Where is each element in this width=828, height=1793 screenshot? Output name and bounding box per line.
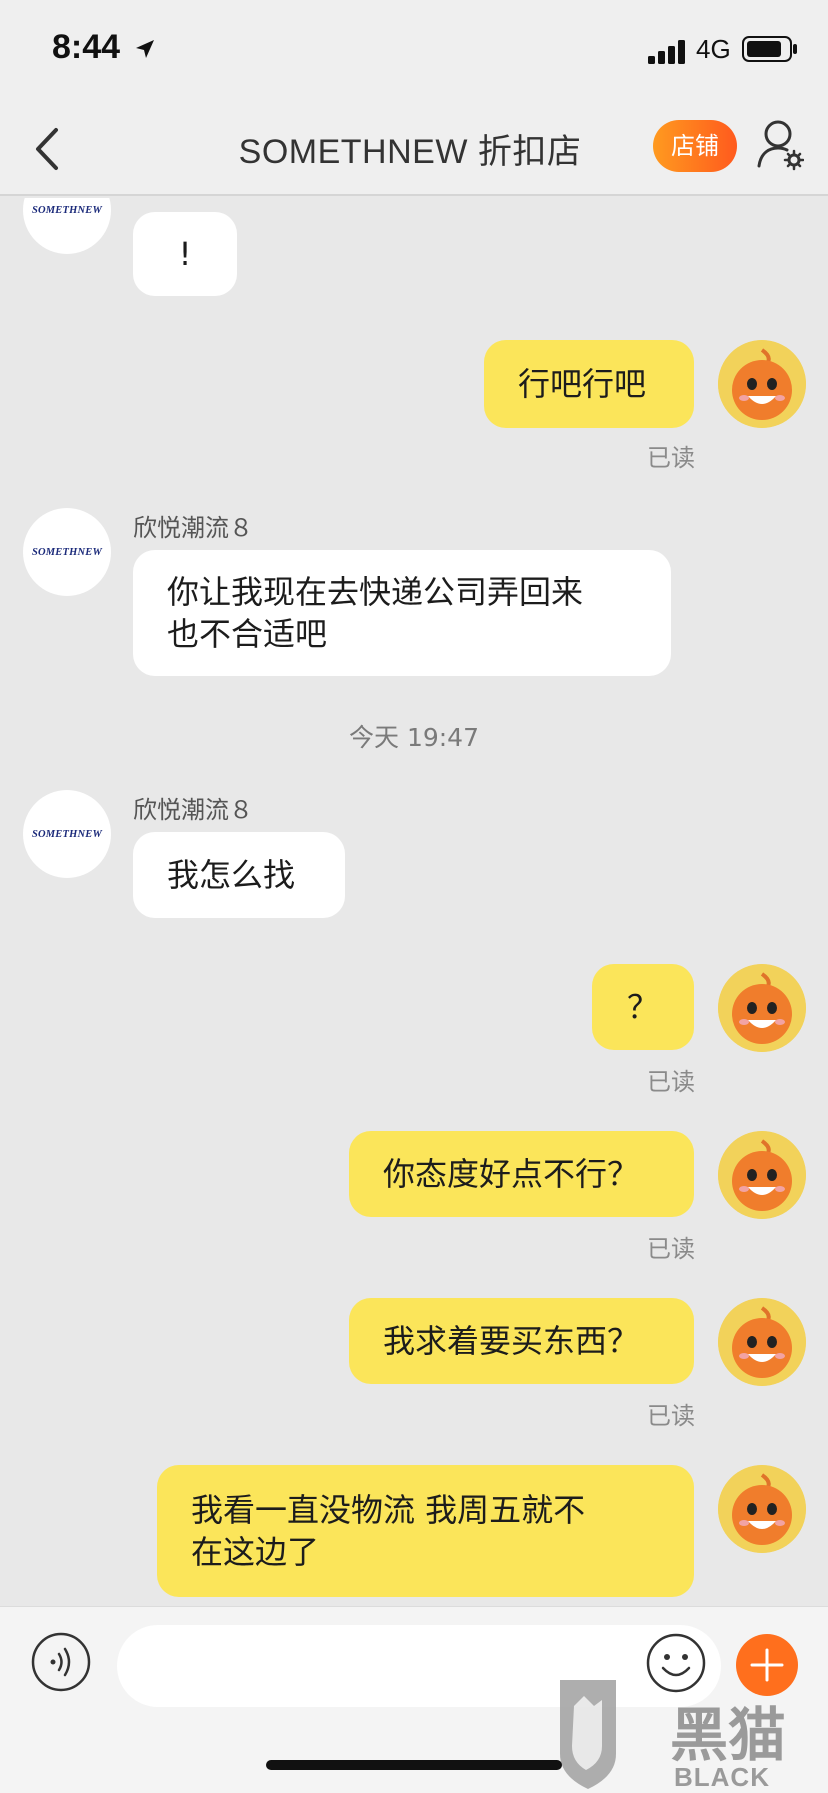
battery-icon (742, 36, 797, 62)
add-button[interactable] (736, 1634, 798, 1696)
signal-icon (648, 40, 685, 64)
message-text: 你态度好点不行？ (383, 1155, 640, 1193)
shop-avatar[interactable]: SOMETHNEW (23, 790, 111, 878)
message-text: ! (178, 235, 192, 273)
message-bubble-outgoing[interactable]: 我求着要买东西？ (349, 1298, 694, 1384)
read-status: 已读 (647, 1402, 695, 1430)
message-bubble-outgoing[interactable]: 你态度好点不行？ (349, 1131, 694, 1217)
my-avatar[interactable] (718, 964, 806, 1052)
shop-avatar[interactable]: SOMETHNEW (23, 198, 111, 254)
message-text: 我求着要买东西？ (383, 1322, 640, 1360)
user-settings-icon[interactable] (756, 118, 804, 172)
chat-list[interactable]: SOMETHNEW ! 行吧行吧 已读 SOMETHNEW 欣悦潮流８ 你让我现… (0, 198, 828, 1606)
my-avatar[interactable] (718, 1465, 806, 1553)
mascot-avatar-icon (718, 340, 806, 428)
message-bubble-incoming[interactable]: ! (133, 212, 237, 296)
my-avatar[interactable] (718, 340, 806, 428)
shop-avatar[interactable]: SOMETHNEW (23, 508, 111, 596)
mascot-avatar-icon (718, 1465, 806, 1553)
sender-name: 欣悦潮流８ (133, 796, 253, 824)
mascot-avatar-icon (718, 1131, 806, 1219)
nav-bar: SOMETHNEW 折扣店 店铺 (0, 100, 828, 196)
message-text: 我看一直没物流 我周五就不 在这边了 (191, 1491, 586, 1571)
my-avatar[interactable] (718, 1131, 806, 1219)
voice-icon[interactable] (31, 1632, 91, 1692)
message-text: 我怎么找 (167, 856, 296, 894)
my-avatar[interactable] (718, 1298, 806, 1386)
message-text: 行吧行吧 (518, 365, 647, 403)
watermark-subtext: BLACK CAT (674, 1762, 770, 1792)
home-indicator[interactable] (266, 1760, 562, 1770)
message-bubble-incoming[interactable]: 我怎么找 (133, 832, 345, 918)
message-text: ？ (626, 988, 659, 1026)
shop-logo-text: SOMETHNEW (31, 204, 103, 216)
message-bubble-outgoing[interactable]: 我看一直没物流 我周五就不 在这边了 (157, 1465, 694, 1597)
read-status: 已读 (647, 1235, 695, 1263)
mascot-avatar-icon (718, 964, 806, 1052)
sender-name: 欣悦潮流８ (133, 514, 253, 542)
read-status: 已读 (647, 1068, 695, 1096)
status-bar: 8:44 4G (0, 0, 828, 100)
shop-button[interactable]: 店铺 (653, 120, 737, 172)
watermark-text: 黑猫 (670, 1701, 787, 1769)
mascot-avatar-icon (718, 1298, 806, 1386)
shop-logo-text: SOMETHNEW (31, 546, 103, 558)
status-time: 8:44 (52, 28, 121, 66)
read-status: 已读 (647, 444, 695, 472)
location-arrow-icon (136, 40, 154, 58)
network-type: 4G (696, 34, 731, 64)
shop-logo-text: SOMETHNEW (31, 828, 103, 840)
chat-timestamp: 今天 19:47 (349, 723, 479, 752)
message-text: 你让我现在去快递公司弄回来 也不合适吧 (167, 573, 584, 653)
plus-icon (750, 1648, 784, 1682)
black-cat-logo-icon (560, 1680, 616, 1789)
message-bubble-outgoing[interactable]: ？ (592, 964, 694, 1050)
message-bubble-incoming[interactable]: 你让我现在去快递公司弄回来 也不合适吧 (133, 550, 671, 676)
message-bubble-outgoing[interactable]: 行吧行吧 (484, 340, 694, 428)
